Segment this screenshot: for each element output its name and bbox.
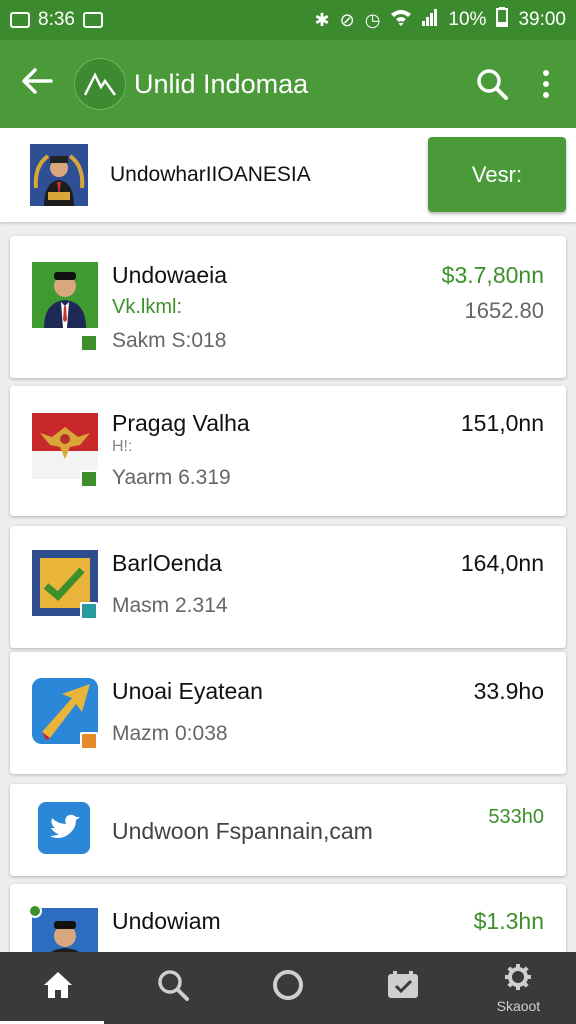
profile-name: UndowharIIOANESIA — [110, 163, 311, 186]
growth-badge-icon — [80, 470, 98, 488]
item-amount: 164,0nn — [460, 550, 544, 576]
item-meta: Masm 2.314 — [112, 594, 228, 617]
inbox-check-icon — [386, 970, 420, 1005]
search-icon — [157, 969, 189, 1006]
list-item[interactable]: Unoai Eyatean Mazm 0:038 33.9ho — [10, 652, 566, 774]
item-meta: Yaarm 6.319 — [112, 466, 231, 489]
item-amount: 33.9ho — [473, 678, 544, 704]
battery-percent: 10% — [448, 9, 487, 30]
list-item[interactable]: Undowaeia Vk.lkml: Sakm S:018 $3.7,80nn … — [10, 236, 566, 378]
item-amount: $1.3hn — [473, 908, 544, 934]
bird-app-icon — [38, 802, 90, 854]
bottom-navigation: Skaoot — [0, 952, 576, 1024]
nav-settings[interactable]: Skaoot — [461, 952, 576, 1024]
no-sim-icon: ⊘ — [339, 9, 355, 30]
app-title: Unlid Indomaa — [134, 68, 309, 99]
profile-header: UndowharIIOANESIA Vesr: — [0, 128, 576, 222]
status-time-left: 8:36 — [38, 9, 75, 30]
nav-home[interactable] — [0, 952, 115, 1024]
item-amount-secondary: 1652.80 — [464, 298, 544, 323]
list-item[interactable]: Undwoon Fspannain,cam 533h0 — [10, 784, 566, 876]
item-name: Undwoon Fspannain,cam — [112, 818, 373, 844]
signal-icon — [422, 8, 438, 32]
app-notification-icon — [82, 12, 103, 28]
item-subtitle: H!: — [112, 438, 133, 455]
item-name: Undowiam — [112, 908, 221, 934]
item-subtitle: Vk.lkml: — [112, 296, 182, 318]
item-amount: 151,0nn — [460, 410, 544, 436]
verified-badge-icon — [28, 904, 42, 918]
gallery-notification-icon — [10, 12, 30, 28]
list-item[interactable]: BarlOenda Masm 2.314 164,0nn — [10, 526, 566, 648]
status-time-right: 39:00 — [518, 9, 566, 30]
app-bar: Unlid Indomaa — [0, 40, 576, 128]
nav-label: Skaoot — [496, 997, 541, 1014]
app-logo-icon — [74, 58, 126, 110]
circle-icon — [271, 968, 305, 1007]
alarm-icon: ◷ — [364, 9, 381, 30]
nav-search[interactable] — [115, 952, 230, 1024]
nav-circle[interactable] — [230, 952, 345, 1024]
item-thumbnail — [32, 262, 98, 328]
download-badge-icon — [80, 334, 98, 352]
item-name: Undowaeia — [112, 262, 228, 288]
item-name: Pragag Valha — [112, 410, 250, 436]
home-icon — [42, 970, 74, 1005]
view-button[interactable]: Vesr: — [428, 137, 566, 212]
item-meta: Mazm 0:038 — [112, 722, 228, 745]
list-item[interactable]: Pragag Valha H!: Yaarm 6.319 151,0nn — [10, 386, 566, 516]
search-icon[interactable] — [468, 68, 516, 100]
settings-icon — [504, 963, 532, 996]
item-amount: 533h0 — [488, 806, 544, 828]
lock-badge-icon — [80, 732, 98, 750]
share-badge-icon — [80, 602, 98, 620]
wifi-icon — [390, 8, 412, 32]
item-meta: Sakm S:018 — [112, 329, 227, 352]
battery-icon — [496, 7, 509, 33]
item-name: BarlOenda — [112, 550, 222, 576]
avatar[interactable] — [30, 144, 88, 206]
vibrate-icon: ✱ — [314, 9, 330, 30]
item-name: Unoai Eyatean — [112, 678, 263, 704]
nav-inbox[interactable] — [346, 952, 461, 1024]
more-vert-icon[interactable] — [516, 70, 576, 98]
back-arrow-icon[interactable] — [0, 67, 74, 101]
item-amount: $3.7,80nn — [441, 262, 544, 288]
status-bar: 8:36 ✱ ⊘ ◷ 10% 39:00 — [0, 0, 576, 40]
